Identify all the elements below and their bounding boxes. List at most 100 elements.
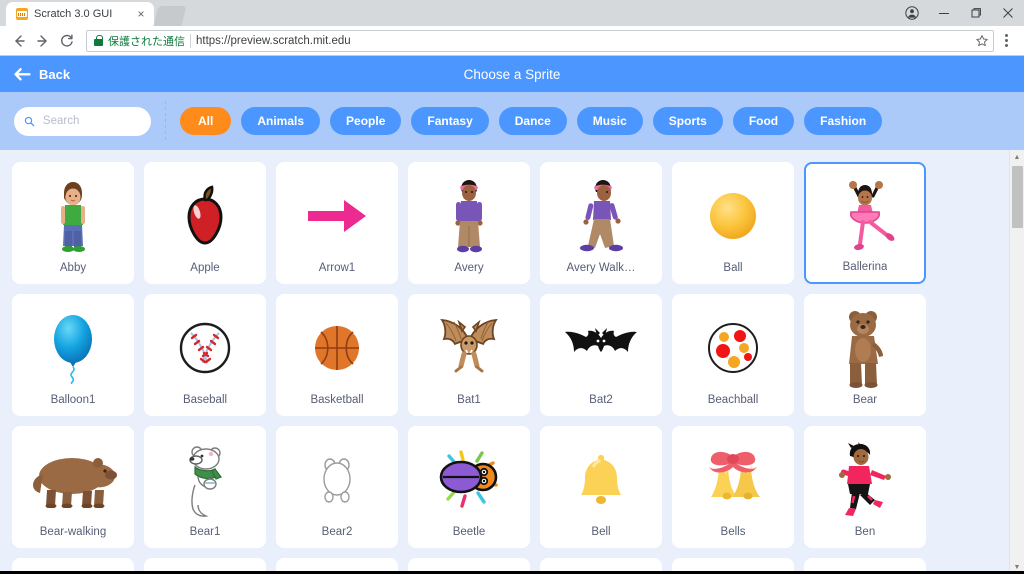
sprite-grid: Abby Apple Arrow1 Avery Avery Walk… Ball Balle… <box>0 150 1024 574</box>
category-tag-people[interactable]: People <box>330 107 402 135</box>
sprite-tile[interactable]: Bear <box>804 294 926 416</box>
sprite-tile-label: Bat1 <box>457 394 481 406</box>
maximize-window-button[interactable] <box>960 0 992 26</box>
category-tag-animals[interactable]: Animals <box>241 107 321 135</box>
brown-bat-flying-icon <box>409 295 529 394</box>
search-input[interactable] <box>42 115 141 127</box>
category-tag-label: Fashion <box>820 114 867 128</box>
sprite-tile[interactable]: Bell <box>540 426 662 548</box>
sprite-tile-label: Avery Walk… <box>566 262 636 274</box>
sprite-tile[interactable]: Apple <box>144 162 266 284</box>
scratch-cat-favicon-icon <box>16 8 28 20</box>
sprite-tile-label: Bat2 <box>589 394 613 406</box>
sprite-tile[interactable]: Beachball <box>672 294 794 416</box>
category-tag-food[interactable]: Food <box>732 107 795 135</box>
filter-bar: All Animals People Fantasy Dance Music Sports F… <box>0 92 1024 150</box>
sprite-tile-label: Arrow1 <box>318 262 356 274</box>
sprite-tile[interactable]: Bat1 <box>408 294 530 416</box>
address-bar[interactable]: 保護された通信 https://preview.scratch.mit.edu <box>86 29 994 52</box>
back-navigation-icon[interactable] <box>8 30 30 52</box>
sprite-tile[interactable]: Bells <box>672 426 794 548</box>
purple-beetle-icon <box>409 427 529 526</box>
brown-bear-standing-icon <box>805 295 925 394</box>
browser-tab[interactable]: Scratch 3.0 GUI × <box>6 2 154 26</box>
choose-sprite-modal: Back Choose a Sprite All Animals People Fan… <box>0 56 1024 574</box>
browser-tab-strip: Scratch 3.0 GUI × <box>0 0 1024 26</box>
sprite-tile[interactable]: Abby <box>12 162 134 284</box>
profile-icon[interactable] <box>896 0 928 26</box>
sprite-tile-label: Avery <box>454 262 484 274</box>
category-tag-label: Fantasy <box>427 114 473 128</box>
sprite-tile[interactable]: Ben <box>804 426 926 548</box>
category-tag-music[interactable]: Music <box>576 107 643 135</box>
sprite-tile-label: Bear-walking <box>39 526 107 538</box>
search-box[interactable] <box>14 106 151 136</box>
close-window-button[interactable] <box>992 0 1024 26</box>
sprite-tile[interactable]: Bear2 <box>276 426 398 548</box>
minimize-window-button[interactable] <box>928 0 960 26</box>
white-bear-scarf-icon <box>145 427 265 526</box>
basketball-icon <box>277 295 397 394</box>
sprite-tile-label: Bear2 <box>321 526 353 538</box>
sprite-tile[interactable]: Beetle <box>408 426 530 548</box>
brown-bear-walking-icon <box>13 427 133 526</box>
sprite-tile[interactable]: Bear1 <box>144 426 266 548</box>
sprite-tile[interactable]: Bear-walking <box>12 426 134 548</box>
beachball-icon <box>673 295 793 394</box>
sprite-tile[interactable]: Basketball <box>276 294 398 416</box>
sprite-tile-label: Beachball <box>707 394 759 406</box>
sprite-tile-label: Bear1 <box>189 526 221 538</box>
sprite-tile[interactable]: Ballerina <box>804 162 926 284</box>
category-tag-fantasy[interactable]: Fantasy <box>411 107 489 135</box>
forward-navigation-icon[interactable] <box>32 30 54 52</box>
black-bat-silhouette-icon <box>541 295 661 394</box>
sprite-tile[interactable]: Baseball <box>144 294 266 416</box>
sprite-tile-label: Ben <box>854 526 876 538</box>
sprite-tile-label: Basketball <box>310 394 364 406</box>
back-button[interactable]: Back <box>0 67 70 82</box>
sprite-tile[interactable]: Bat2 <box>540 294 662 416</box>
person-avery-walking-icon <box>541 163 661 262</box>
category-tag-fashion[interactable]: Fashion <box>804 107 883 135</box>
blue-balloon-icon <box>13 295 133 394</box>
browser-window: Scratch 3.0 GUI × 保護された通信 https://previe… <box>0 0 1024 576</box>
sprite-grid-scroll-area[interactable]: Abby Apple Arrow1 Avery Avery Walk… Ball Balle… <box>0 150 1024 574</box>
scrollbar-thumb[interactable] <box>1012 166 1023 228</box>
sprite-tile[interactable]: Avery <box>408 162 530 284</box>
filter-divider <box>165 101 166 141</box>
browser-tab-title: Scratch 3.0 GUI <box>34 8 113 20</box>
new-tab-button[interactable] <box>153 6 187 26</box>
sprite-tile-label: Beetle <box>452 526 486 538</box>
yellow-ball-icon <box>673 163 793 262</box>
sprite-tile[interactable]: Ball <box>672 162 794 284</box>
sprite-tile-label: Balloon1 <box>50 394 96 406</box>
back-button-label: Back <box>39 66 71 82</box>
person-avery-icon <box>409 163 529 262</box>
sprite-tile-label: Apple <box>190 262 220 274</box>
category-tag-label: Dance <box>514 114 551 128</box>
sprite-tile-label: Ballerina <box>842 261 888 273</box>
close-tab-icon[interactable]: × <box>134 7 148 21</box>
star-icon[interactable] <box>975 34 989 48</box>
category-tag-label: Animals <box>257 114 305 128</box>
page-bottom-edge <box>0 571 1024 574</box>
ballerina-dancer-icon <box>806 164 924 261</box>
modal-header: Back Choose a Sprite <box>0 56 1024 92</box>
scroll-up-arrow-icon[interactable]: ▲ <box>1010 150 1024 164</box>
sprite-tile[interactable]: Avery Walk… <box>540 162 662 284</box>
category-tag-label: All <box>198 114 214 128</box>
category-tag-label: Music <box>592 114 627 128</box>
lock-icon <box>94 35 103 46</box>
vertical-scrollbar[interactable]: ▲ ▼ <box>1009 150 1024 574</box>
category-tag-all[interactable]: All <box>180 107 232 135</box>
category-tag-label: People <box>346 114 386 128</box>
sprite-tile[interactable]: Balloon1 <box>12 294 134 416</box>
back-arrow-icon <box>14 67 31 80</box>
category-tag-dance[interactable]: Dance <box>498 107 567 135</box>
reload-icon[interactable] <box>56 30 78 52</box>
sprite-tile-label: Bell <box>591 526 611 538</box>
category-tag-sports[interactable]: Sports <box>652 107 723 135</box>
sprite-tile[interactable]: Arrow1 <box>276 162 398 284</box>
kebab-menu-icon[interactable] <box>996 30 1016 52</box>
browser-toolbar: 保護された通信 https://preview.scratch.mit.edu <box>0 26 1024 56</box>
